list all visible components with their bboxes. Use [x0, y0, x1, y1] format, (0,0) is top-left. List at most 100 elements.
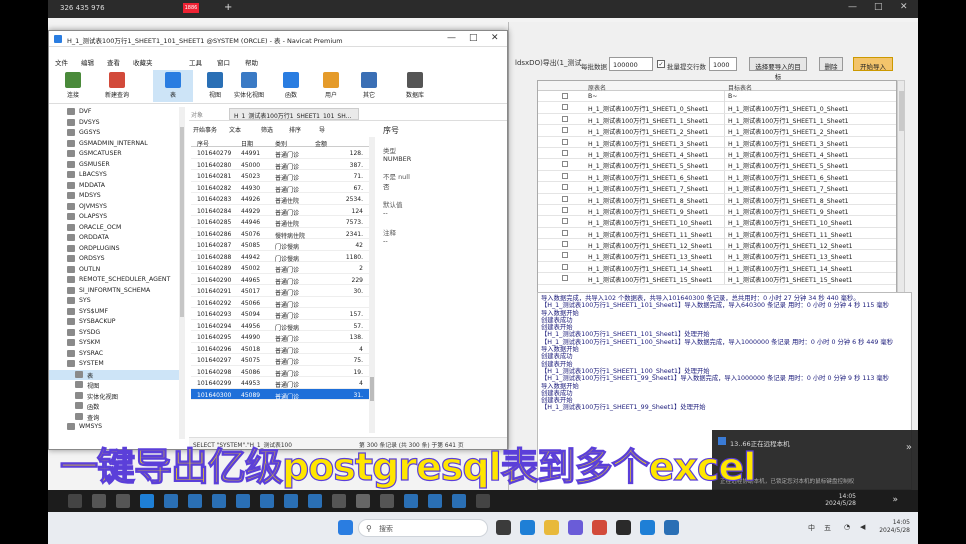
table-row[interactable]: 101640290 44965 普通门诊 229 [191, 274, 371, 286]
app-icon[interactable] [568, 520, 583, 535]
table-row[interactable]: 101640295 44990 普通门诊 138. [191, 331, 371, 343]
row-checkbox[interactable] [562, 263, 568, 270]
taskbar-search[interactable]: ⚲ 搜索 [358, 519, 488, 537]
tab-objects[interactable]: 对象 [191, 110, 203, 119]
table-row[interactable]: 101640285 44946 普通住院 7573. [191, 216, 371, 228]
table-row[interactable]: 101640293 45094 普通门诊 157. [191, 308, 371, 320]
ribbon-button[interactable]: 实体化视图 [229, 70, 269, 102]
ribbon-button[interactable]: 其它 [349, 70, 389, 102]
row-checkbox[interactable] [562, 252, 568, 259]
tree-node[interactable]: OLAPSYS [49, 212, 180, 223]
table-row[interactable]: 101640287 45085 门诊慢病 42 [191, 239, 371, 251]
app-icon[interactable] [496, 520, 511, 535]
tree-node[interactable]: SI_INFORMTN_SCHEMA [49, 286, 180, 297]
app-icon[interactable] [476, 494, 490, 508]
row-checkbox[interactable] [562, 184, 568, 191]
tree-node[interactable]: OUTLN [49, 265, 180, 276]
ime-mode[interactable]: 五 [824, 523, 831, 533]
tree-node[interactable]: ORACLE_OCM [49, 223, 180, 234]
delete-button[interactable]: 删除 [819, 57, 843, 71]
tree-node[interactable]: GSMADMIN_INTERNAL [49, 139, 180, 150]
tree-node[interactable]: MDDATA [49, 181, 180, 192]
select-target-button[interactable]: 选择要导入的目标 [749, 57, 807, 81]
app-icon[interactable] [332, 494, 346, 508]
grid-row[interactable]: H_1_测试表100万行1_SHEET1_2_Sheet1 H_1_测试表100万… [538, 125, 896, 137]
commit-checkbox[interactable]: ✓ [657, 60, 665, 68]
app-icon[interactable] [404, 494, 418, 508]
tree-node[interactable]: ORDDATA [49, 233, 180, 244]
table-row[interactable]: 101640291 45017 普通门诊 30. [191, 285, 371, 297]
tree-node[interactable]: SYS [49, 296, 180, 307]
row-checkbox[interactable] [562, 149, 568, 156]
app-icon[interactable] [664, 520, 679, 535]
menu-item[interactable]: 帮助 [245, 57, 258, 67]
ribbon-button[interactable]: 新建查询 [97, 70, 137, 102]
menu-item[interactable]: 工具 [189, 57, 202, 67]
table-row[interactable]: 101640284 44929 普通门诊 124 [191, 205, 371, 217]
row-checkbox[interactable] [562, 104, 568, 111]
system-clock[interactable]: 14:05 2024/5/28 [879, 519, 910, 535]
volume-icon[interactable]: ◀ [860, 523, 865, 531]
ribbon-button[interactable]: 数据库 [395, 70, 435, 102]
table-row[interactable]: 101640294 44956 门诊慢病 57. [191, 320, 371, 332]
close-button[interactable]: ✕ [900, 2, 908, 12]
tree-node[interactable]: ORDPLUGINS [49, 244, 180, 255]
table-tool[interactable]: 开始事务 [193, 125, 217, 134]
row-checkbox[interactable] [562, 127, 568, 134]
table-row[interactable]: 101640292 45066 普通门诊 [191, 297, 371, 309]
menu-item[interactable]: 查看 [107, 57, 120, 67]
grid-row[interactable]: H_1_测试表100万行1_SHEET1_0_Sheet1 H_1_测试表100万… [538, 102, 896, 114]
ime-indicator[interactable]: 中 [808, 523, 815, 533]
row-checkbox[interactable] [562, 161, 568, 168]
tree-node[interactable]: SYSBACKUP [49, 317, 180, 328]
ribbon-button[interactable]: 用户 [311, 70, 351, 102]
tree-node[interactable]: REMOTE_SCHEDULER_AGENT [49, 275, 180, 286]
tree-node[interactable]: LBACSYS [49, 170, 180, 181]
table-tool[interactable]: 排序 [289, 125, 301, 134]
app-icon[interactable] [356, 494, 370, 508]
data-grid-scrollbar[interactable] [369, 137, 375, 433]
app-icon[interactable] [308, 494, 322, 508]
new-tab-button[interactable]: + [224, 2, 232, 13]
grid-row[interactable]: H_1_测试表100万行1_SHEET1_9_Sheet1 H_1_测试表100万… [538, 204, 896, 217]
table-row[interactable]: 101640297 45075 普通门诊 75. [191, 354, 371, 366]
menu-item[interactable]: 收藏夹 [133, 57, 153, 67]
close-button[interactable]: ✕ [491, 33, 499, 43]
tree-node[interactable]: 实体化视图 [49, 391, 180, 402]
viewer-tab[interactable]: 1886 [183, 3, 199, 13]
app-icon[interactable] [452, 494, 466, 508]
row-checkbox[interactable] [562, 195, 568, 202]
start-import-button[interactable]: 开始导入 [853, 57, 893, 71]
tree-node[interactable]: 表 [49, 369, 180, 380]
tree-node[interactable]: SYSDG [49, 328, 180, 339]
tree-node[interactable]: ORDSYS [49, 254, 180, 265]
grid-row[interactable]: H_1_测试表100万行1_SHEET1_3_Sheet1 H_1_测试表100万… [538, 136, 896, 148]
table-tool[interactable]: 筛选 [261, 125, 273, 134]
table-row[interactable]: 101640289 45002 普通门诊 2 [191, 262, 371, 274]
grid-row[interactable]: H_1_测试表100万行1_SHEET1_6_Sheet1 H_1_测试表100万… [538, 170, 896, 183]
app-icon[interactable] [212, 494, 226, 508]
menu-item[interactable]: 编辑 [81, 57, 94, 67]
row-checkbox[interactable] [562, 275, 568, 282]
grid-row[interactable]: H_1_测试表100万行1_SHEET1_10_Sheet1 H_1_测试表100… [538, 216, 896, 228]
folder-icon[interactable] [116, 494, 130, 508]
grid-row[interactable]: H_1_测试表100万行1_SHEET1_4_Sheet1 H_1_测试表100万… [538, 147, 896, 160]
edge-icon[interactable] [520, 520, 535, 535]
windows-icon[interactable] [68, 494, 82, 508]
tree-node[interactable]: OJVMSYS [49, 202, 180, 213]
row-checkbox[interactable] [562, 229, 568, 236]
tree-node[interactable]: DVSYS [49, 118, 180, 129]
maximize-button[interactable]: □ [874, 2, 883, 12]
grid-row[interactable]: B~ B~ [538, 91, 896, 103]
minimize-button[interactable]: — [848, 2, 857, 12]
tree-node[interactable]: GGSYS [49, 128, 180, 139]
row-checkbox[interactable] [562, 218, 568, 225]
grid-row[interactable]: H_1_测试表100万行1_SHEET1_15_Sheet1 H_1_测试表100… [538, 273, 896, 285]
tree-node[interactable]: WMSYS [49, 422, 180, 433]
tree-scrollbar[interactable] [179, 107, 185, 439]
table-row[interactable]: 101640279 44991 普通门诊 128. [191, 147, 371, 159]
tree-node[interactable]: MDSYS [49, 191, 180, 202]
ribbon-button[interactable]: 函数 [271, 70, 311, 102]
app-icon[interactable] [380, 494, 394, 508]
grid-row[interactable]: H_1_测试表100万行1_SHEET1_1_Sheet1 H_1_测试表100万… [538, 113, 896, 126]
